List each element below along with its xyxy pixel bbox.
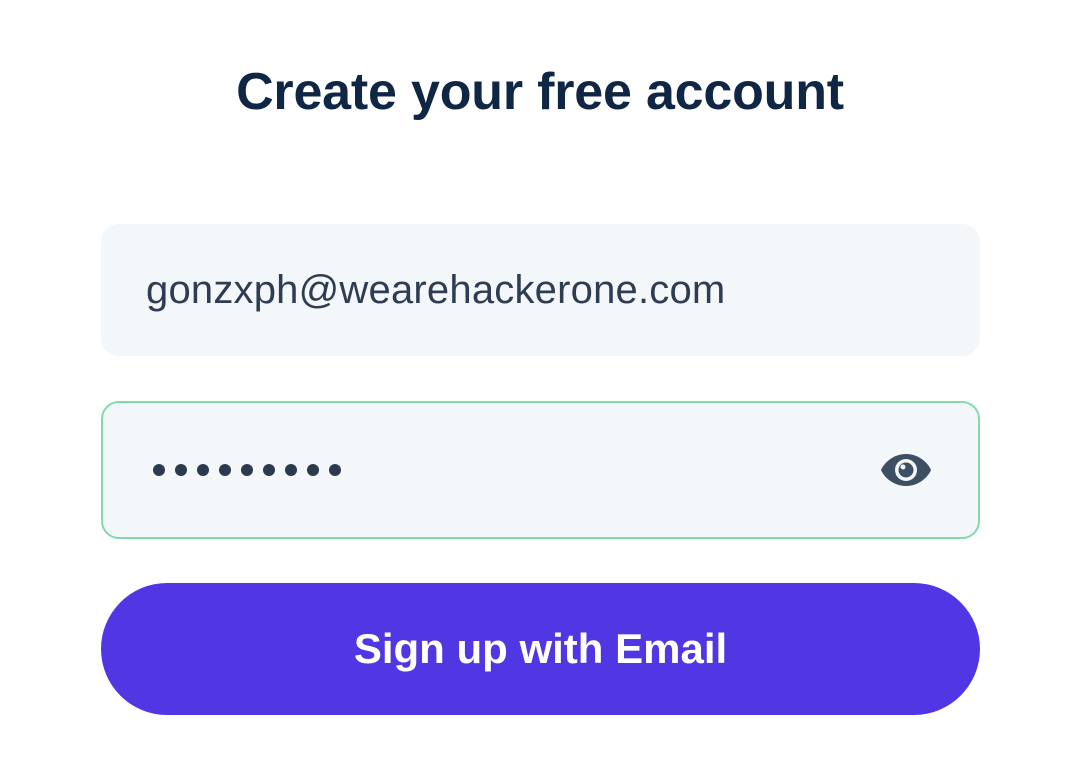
password-dot [307, 464, 319, 476]
page-title: Create your free account [236, 63, 844, 121]
password-dot [197, 464, 209, 476]
signup-email-button[interactable]: Sign up with Email [101, 583, 980, 715]
password-dot [175, 464, 187, 476]
password-dot [329, 464, 341, 476]
password-dot [219, 464, 231, 476]
email-field[interactable]: gonzxph@wearehackerone.com [101, 224, 980, 356]
password-dot [153, 464, 165, 476]
password-dot [263, 464, 275, 476]
password-masked-value[interactable] [153, 464, 341, 476]
password-dot [285, 464, 297, 476]
password-field[interactable] [101, 401, 980, 539]
password-dot [241, 464, 253, 476]
eye-icon[interactable] [880, 452, 932, 488]
email-value[interactable]: gonzxph@wearehackerone.com [146, 268, 725, 313]
